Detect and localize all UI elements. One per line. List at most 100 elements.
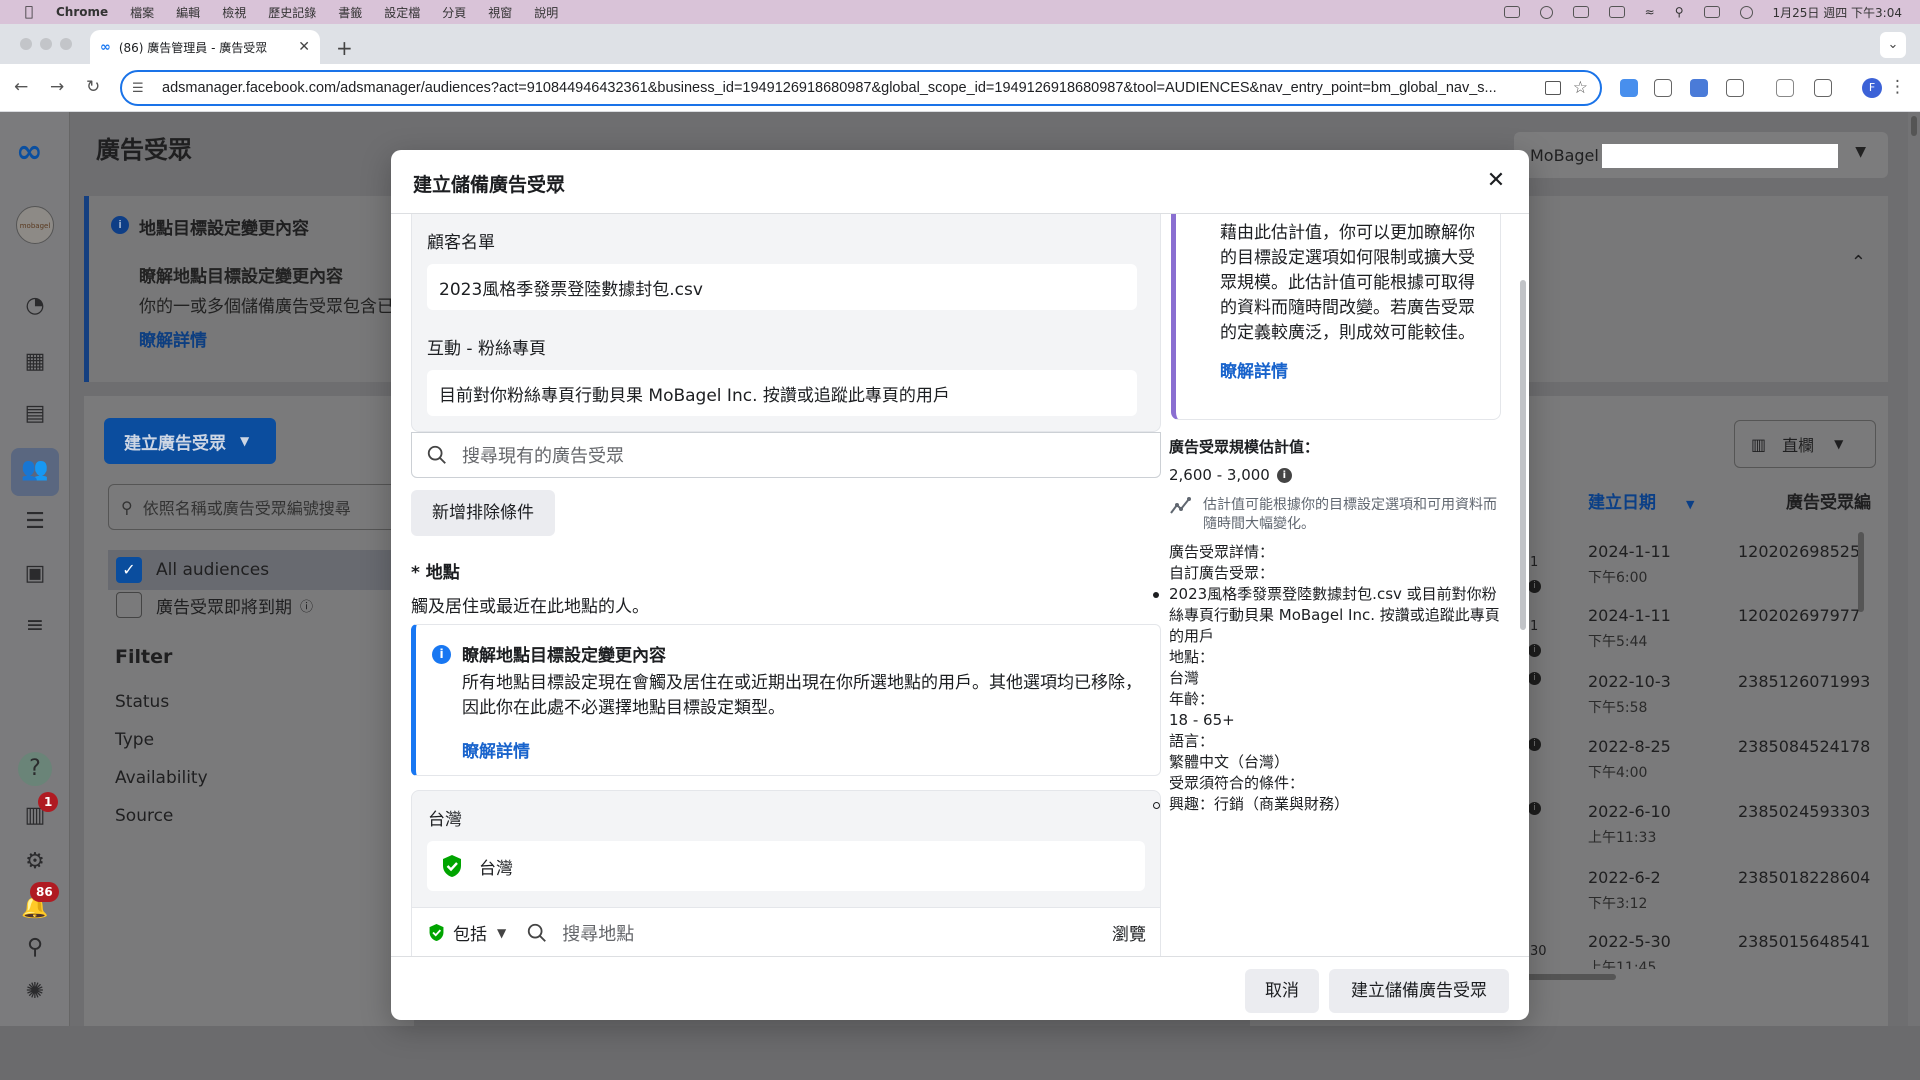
expiring-audiences-checkbox[interactable]: 廣告受眾即將到期 ⓘ (116, 592, 313, 618)
tab-search-icon[interactable]: ⌄ (1880, 32, 1906, 58)
close-window-button[interactable] (20, 38, 32, 50)
menu-item-bookmarks[interactable]: 書籤 (338, 4, 362, 21)
search-existing-audience-input[interactable]: 搜尋現有的廣告受眾 (411, 432, 1161, 478)
battery-icon[interactable] (1608, 6, 1625, 18)
close-icon[interactable]: ✕ (1481, 166, 1511, 196)
media-library-icon[interactable]: ▣ (21, 560, 49, 588)
bookmark-star-icon[interactable]: ☆ (1573, 78, 1588, 98)
create-audience-button[interactable]: 建立廣告受眾 ▼ (104, 418, 276, 464)
create-saved-audience-button[interactable]: 建立儲備廣告受眾 (1329, 969, 1509, 1013)
reload-icon[interactable]: ↻ (86, 77, 100, 97)
audience-search-input[interactable]: ⚲ 依照名稱或廣告受眾編號搜尋 (108, 484, 418, 530)
settings-gear-icon[interactable]: ⚙ (21, 848, 49, 876)
menu-item-view[interactable]: 檢視 (222, 4, 246, 21)
menu-item-edit[interactable]: 編輯 (176, 4, 200, 21)
account-avatar[interactable]: mobagel (16, 206, 54, 244)
info-title: 瞭解地點目標設定變更內容 (462, 646, 666, 666)
address-bar[interactable]: ☰ adsmanager.facebook.com/adsmanager/aud… (120, 70, 1602, 106)
menu-item-tab[interactable]: 分頁 (442, 4, 466, 21)
extensions-puzzle-icon[interactable] (1726, 79, 1744, 97)
control-center-icon[interactable] (1703, 6, 1720, 18)
audiences-people-icon[interactable]: 👥 (21, 456, 49, 484)
menubar-clock[interactable]: 1月25日 週四 下午3:04 (1773, 4, 1902, 21)
details-criteria-label: 受眾須符合的條件： (1169, 774, 1305, 792)
customer-list-field[interactable]: 2023風格季發票登陸數據封包.csv (427, 264, 1137, 310)
cancel-button[interactable]: 取消 (1245, 969, 1319, 1013)
extension-icon-2[interactable] (1654, 79, 1672, 97)
bug-report-icon[interactable]: ✺ (21, 978, 49, 1006)
all-audiences-label: All audiences (156, 560, 270, 580)
menu-item-history[interactable]: 歷史記錄 (268, 4, 316, 21)
location-chip[interactable]: 台灣 (427, 841, 1145, 891)
all-audiences-checkbox[interactable]: ✓ All audiences (108, 550, 418, 590)
location-title: * 地點 (411, 563, 460, 583)
estimate-learn-more-link[interactable]: 瞭解詳情 (1220, 357, 1288, 382)
notice-learn-more-link[interactable]: 瞭解詳情 (139, 326, 207, 351)
forward-icon[interactable]: → (50, 77, 64, 97)
row-5-time: 上午11:33 (1588, 830, 1657, 846)
caret-down-icon[interactable]: ▼ (497, 926, 506, 940)
menu-item-profiles[interactable]: 設定檔 (384, 4, 420, 21)
add-exclusion-button[interactable]: 新增排除條件 (411, 490, 555, 536)
chrome-menu-icon[interactable]: ⋮ (1889, 77, 1906, 97)
collapse-chevron-icon[interactable]: ⌃ (1851, 252, 1866, 273)
info-learn-more-link[interactable]: 瞭解詳情 (462, 737, 530, 762)
columns-button[interactable]: ▥ 直欄 ▼ (1734, 420, 1876, 468)
filter-type[interactable]: Type (115, 730, 154, 750)
page-scrollbar-thumb[interactable] (1911, 116, 1917, 136)
row-6-date: 2022-6-2 (1588, 868, 1661, 887)
keyboard-icon[interactable] (1572, 6, 1589, 18)
billing-icon[interactable]: ☰ (21, 508, 49, 536)
wifi-icon[interactable]: ≈ (1645, 5, 1655, 19)
zoom-window-button[interactable] (60, 38, 72, 50)
dashboard-gauge-icon[interactable]: ◔ (21, 292, 49, 320)
search-icon[interactable]: ⚲ (21, 934, 49, 962)
back-icon[interactable]: ← (14, 77, 28, 97)
minimize-window-button[interactable] (40, 38, 52, 50)
info-icon: ⓘ (300, 599, 314, 615)
translate-extension-icon[interactable] (1690, 79, 1708, 97)
close-tab-icon[interactable]: ✕ (298, 39, 310, 55)
dialog-scrollbar-thumb[interactable] (1520, 280, 1526, 630)
menu-item-file[interactable]: 檔案 (130, 4, 154, 21)
all-tools-menu-icon[interactable]: ≡ (21, 612, 49, 640)
browser-tab-active[interactable]: ∞ (86) 廣告管理員 - 廣告受眾 ✕ (90, 30, 320, 64)
engagement-field[interactable]: 目前對你粉絲專頁行動貝果 MoBagel Inc. 按讚或追蹤此專頁的用戶 (427, 370, 1137, 416)
column-header-id[interactable]: 廣告受眾編 (1786, 488, 1871, 513)
profile-avatar[interactable]: F (1862, 78, 1882, 98)
reading-list-icon[interactable] (1776, 79, 1794, 97)
filter-source[interactable]: Source (115, 806, 173, 826)
menu-item-help[interactable]: 說明 (534, 4, 558, 21)
play-icon[interactable] (1539, 5, 1553, 19)
page-scrollbar[interactable] (1908, 112, 1920, 1026)
row-info-icon: i (1528, 738, 1541, 751)
install-app-icon[interactable] (1544, 81, 1561, 95)
column-header-created[interactable]: 建立日期 ▼ (1588, 488, 1694, 513)
browse-button[interactable]: 瀏覽 (1112, 920, 1146, 945)
meta-logo-icon[interactable]: ∞ (16, 132, 43, 170)
location-info-box: i 瞭解地點目標設定變更內容 所有地點目標設定現在會觸及居住在或近期出現在你所選… (411, 624, 1161, 776)
help-icon[interactable]: ? (18, 752, 52, 786)
side-panel-icon[interactable] (1814, 79, 1832, 97)
menu-item-window[interactable]: 視窗 (488, 4, 512, 21)
table-horizontal-scrollbar[interactable] (1526, 974, 1616, 980)
line-app-icon[interactable] (1503, 6, 1520, 18)
info-icon[interactable]: i (1276, 467, 1292, 483)
site-info-icon[interactable]: ☰ (132, 81, 150, 96)
include-dropdown[interactable]: 包括 (453, 920, 487, 945)
location-group-label: 台灣 (428, 810, 462, 830)
siri-icon[interactable] (1739, 5, 1753, 19)
menu-app-name[interactable]: Chrome (56, 5, 108, 19)
dialog-scrollbar[interactable] (1517, 214, 1529, 956)
table-vertical-scrollbar[interactable] (1858, 532, 1864, 612)
campaigns-table-icon[interactable]: ▦ (21, 348, 49, 376)
new-tab-icon[interactable]: + (336, 36, 353, 60)
search-location-input[interactable]: 搜尋地點 (562, 920, 634, 946)
filter-availability[interactable]: Availability (115, 768, 208, 788)
filter-status[interactable]: Status (115, 692, 169, 712)
url-text[interactable]: adsmanager.facebook.com/adsmanager/audie… (162, 80, 1535, 96)
extension-icon-1[interactable] (1620, 79, 1638, 97)
apple-icon[interactable]:  (20, 4, 38, 20)
reports-icon[interactable]: ▤ (21, 400, 49, 428)
spotlight-search-icon[interactable]: ⚲ (1675, 5, 1684, 19)
